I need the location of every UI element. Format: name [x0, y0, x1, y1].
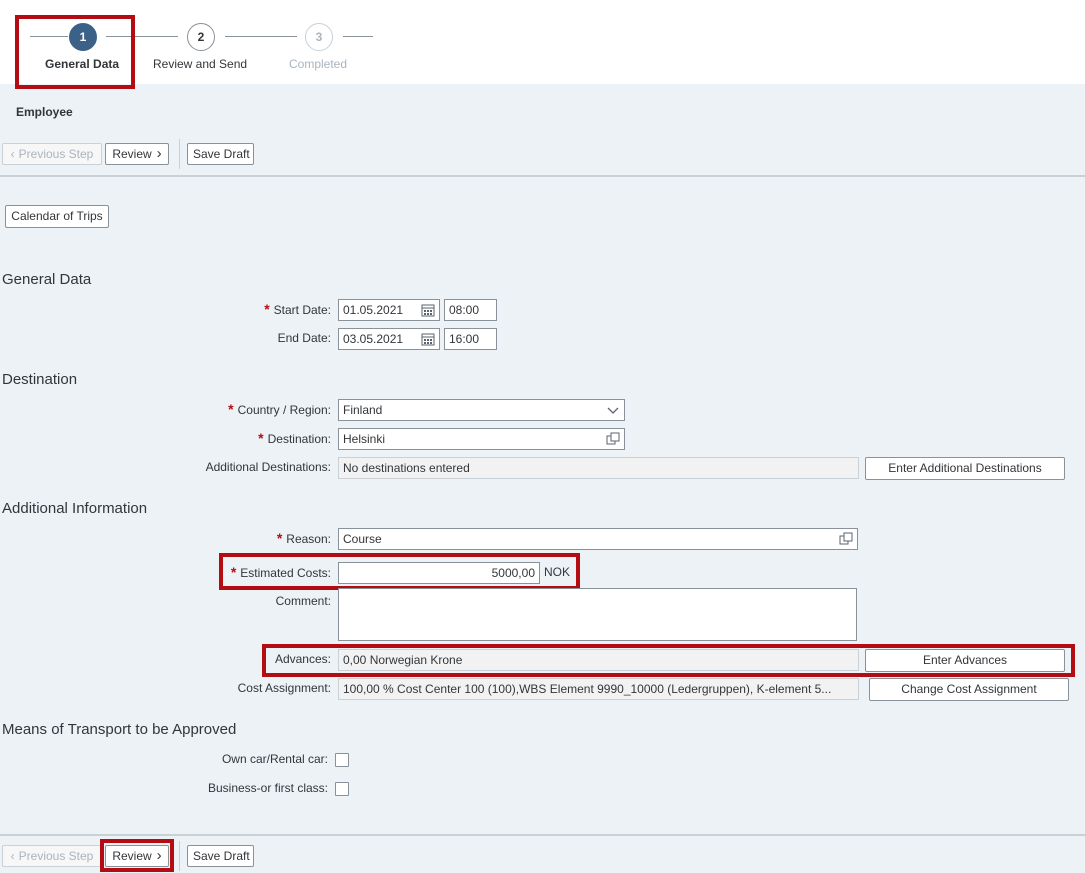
- value-help-icon[interactable]: [606, 432, 620, 446]
- chevron-left-icon: ‹: [10, 849, 15, 863]
- comment-label: Comment:: [275, 594, 331, 608]
- required-asterisk: *: [258, 430, 264, 446]
- destination-input[interactable]: Helsinki: [338, 428, 625, 450]
- start-time-input[interactable]: 08:00: [444, 299, 497, 321]
- roadmap: 1 2 3 General Data Review and Send Compl…: [0, 0, 1085, 84]
- required-asterisk: *: [228, 401, 234, 417]
- divider: [0, 834, 1085, 836]
- required-asterisk: *: [264, 301, 270, 317]
- section-title-additional-information: Additional Information: [2, 500, 148, 517]
- highlight-box: [100, 839, 174, 872]
- roadmap-line: [343, 36, 373, 37]
- destination-label: * Destination:: [258, 430, 331, 446]
- employee-header: Employee: [16, 105, 73, 119]
- calendar-icon[interactable]: [421, 332, 435, 346]
- cost-assignment-field: 100,00 % Cost Center 100 (100),WBS Eleme…: [338, 678, 859, 700]
- roadmap-step-3-label: Completed: [289, 57, 348, 71]
- business-class-label: Business-or first class:: [207, 781, 328, 795]
- chevron-left-icon: ‹: [10, 147, 15, 161]
- roadmap-step-3: 3: [305, 23, 333, 51]
- roadmap-step-2-label: Review and Send: [153, 57, 248, 71]
- own-car-checkbox[interactable]: [335, 753, 349, 767]
- start-date-input[interactable]: 01.05.2021: [338, 299, 440, 321]
- chevron-right-icon: ›: [156, 145, 162, 162]
- end-date-input[interactable]: 03.05.2021: [338, 328, 440, 350]
- section-title-destination: Destination: [2, 371, 78, 388]
- toolbar-separator: [179, 139, 180, 169]
- previous-step-button[interactable]: ‹ Previous Step: [2, 143, 102, 165]
- end-time-input[interactable]: 16:00: [444, 328, 497, 350]
- calendar-icon[interactable]: [421, 303, 435, 317]
- save-draft-button[interactable]: Save Draft: [187, 143, 254, 165]
- highlight-box: [219, 553, 580, 590]
- country-select[interactable]: Finland: [338, 399, 625, 421]
- chevron-down-icon[interactable]: [606, 403, 620, 417]
- section-title-transport: Means of Transport to be Approved: [2, 721, 237, 738]
- own-car-label: Own car/Rental car:: [221, 752, 328, 766]
- cost-assignment-label: Cost Assignment:: [237, 681, 331, 695]
- reason-label: * Reason:: [276, 530, 331, 546]
- highlight-box: [15, 15, 135, 89]
- calendar-of-trips-button[interactable]: Calendar of Trips: [5, 205, 109, 228]
- enter-additional-destinations-button[interactable]: Enter Additional Destinations: [865, 457, 1065, 480]
- section-title-general-data: General Data: [2, 271, 92, 288]
- previous-step-button-bottom[interactable]: ‹ Previous Step: [2, 845, 102, 867]
- toolbar-separator: [179, 841, 180, 871]
- comment-textarea[interactable]: [338, 588, 857, 641]
- previous-step-label: Previous Step: [18, 849, 94, 863]
- additional-destinations-label: Additional Destinations:: [205, 460, 331, 474]
- roadmap-line: [225, 36, 297, 37]
- reason-input[interactable]: Course: [338, 528, 858, 550]
- required-asterisk: *: [276, 530, 283, 546]
- save-draft-button-bottom[interactable]: Save Draft: [187, 845, 254, 867]
- review-label: Review: [112, 147, 152, 161]
- start-date-label: * Start Date:: [264, 301, 331, 317]
- previous-step-label: Previous Step: [18, 147, 94, 161]
- change-cost-assignment-button[interactable]: Change Cost Assignment: [869, 678, 1069, 701]
- roadmap-step-2[interactable]: 2: [187, 23, 215, 51]
- highlight-box: [262, 644, 1075, 677]
- value-help-icon[interactable]: [839, 532, 853, 546]
- divider: [0, 175, 1085, 177]
- end-date-label: End Date:: [277, 331, 331, 345]
- additional-destinations-field: No destinations entered: [338, 457, 859, 479]
- review-button[interactable]: Review ›: [105, 143, 169, 165]
- business-class-checkbox[interactable]: [335, 782, 349, 796]
- country-label: * Country / Region:: [228, 401, 331, 417]
